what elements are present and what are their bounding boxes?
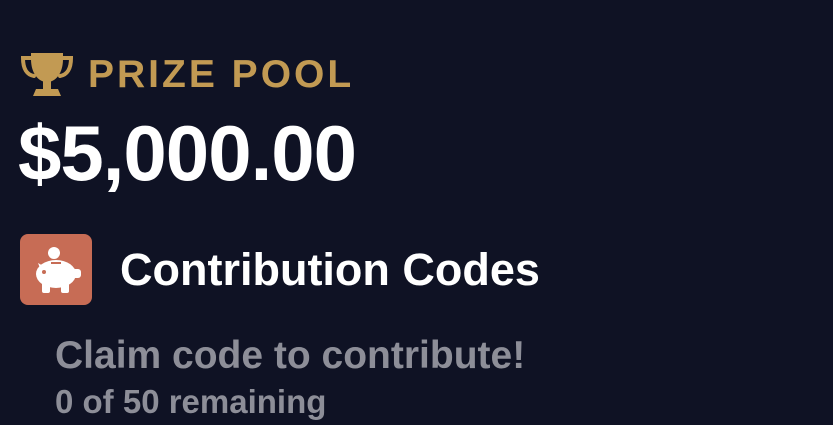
contribution-codes-header: Contribution Codes: [20, 234, 540, 305]
codes-remaining-text: 0 of 50 remaining: [55, 383, 327, 420]
prize-pool-header: PRIZE POOL: [18, 48, 354, 100]
piggy-bank-badge: [20, 234, 92, 305]
claim-code-link[interactable]: Claim code to contribute!: [55, 336, 525, 375]
prize-pool-label: PRIZE POOL: [88, 52, 355, 96]
piggy-bank-icon: [36, 246, 81, 293]
prize-pool-amount: $5,000.00: [18, 109, 357, 197]
contribution-codes-title: Contribution Codes: [120, 244, 540, 295]
trophy-icon: [20, 53, 74, 96]
prize-pool-screen: PRIZE POOL $5,000.00 Contribution Codes …: [0, 0, 833, 425]
